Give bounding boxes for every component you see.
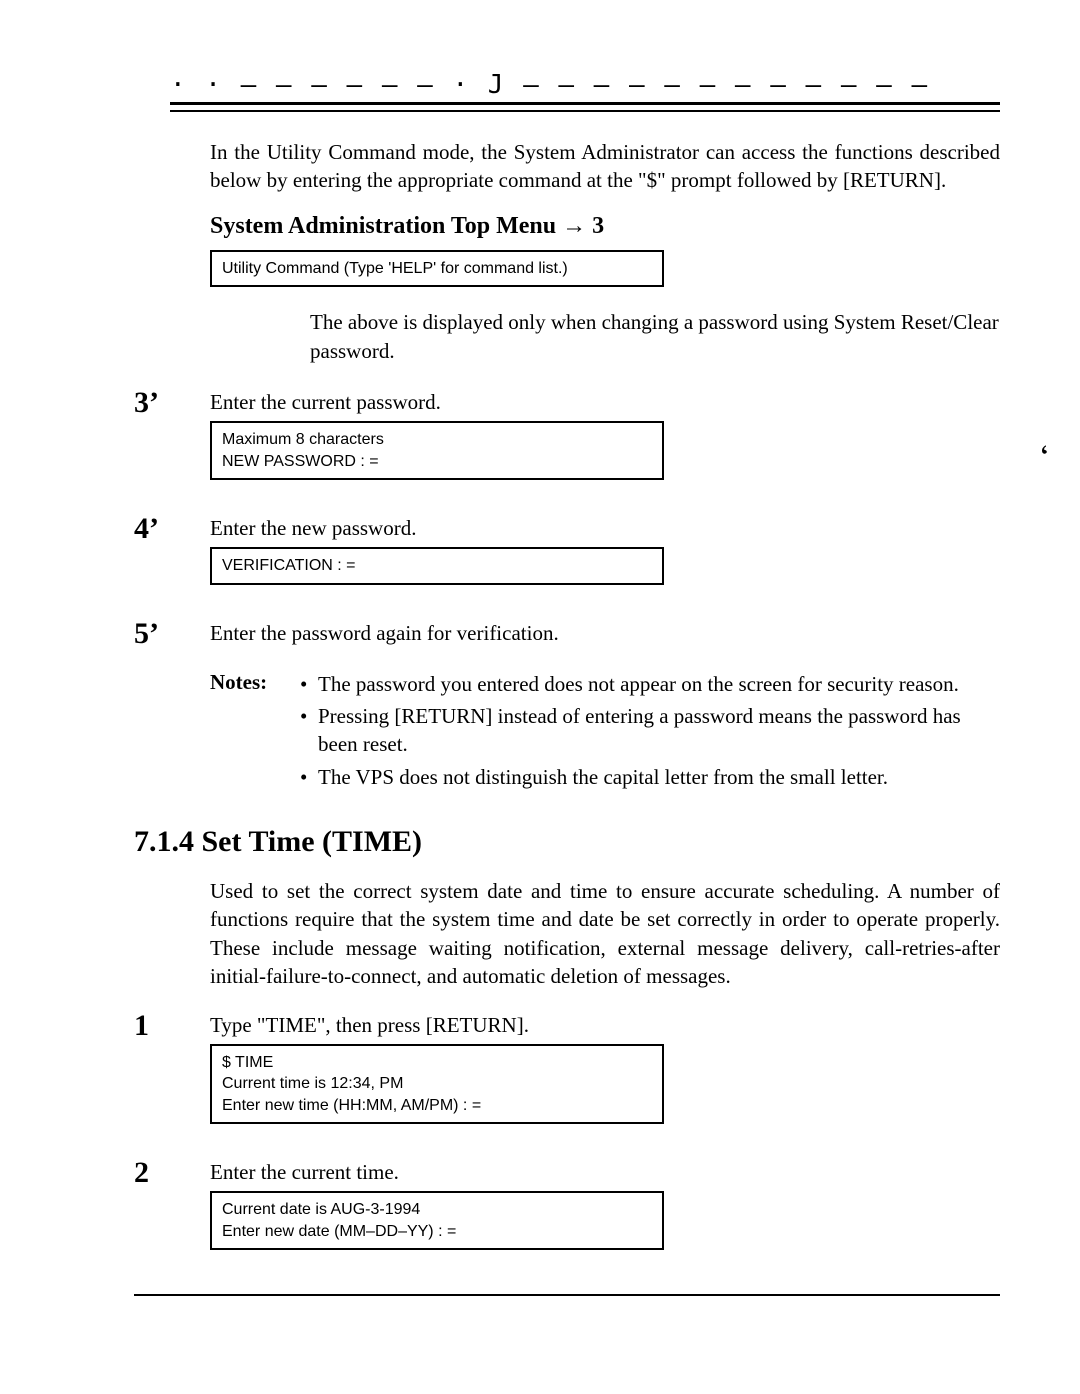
time-prompt-box: $ TIME Current time is 12:34, PM Enter n… bbox=[210, 1044, 664, 1125]
step-number: 4’ bbox=[110, 512, 210, 546]
step-text: Enter the new password. bbox=[210, 516, 1000, 541]
step-number: 1 bbox=[110, 1009, 210, 1043]
step-row: 3’ Enter the current password. Maximum 8… bbox=[110, 386, 1000, 494]
step-row: 1 Type "TIME", then press [RETURN]. $ TI… bbox=[110, 1009, 1000, 1139]
menu-heading: System Administration Top Menu → 3 bbox=[210, 213, 1000, 240]
step-row: 4’ Enter the new password. VERIFICATION … bbox=[110, 512, 1000, 599]
top-dash-fragment: · · — — — — — — · J — — — — — — — — — — … bbox=[170, 70, 929, 100]
manual-page: · · — — — — — — · J — — — — — — — — — — … bbox=[0, 0, 1080, 1356]
note-text: The password you entered does not appear… bbox=[318, 670, 959, 698]
intro-paragraph: In the Utility Command mode, the System … bbox=[210, 138, 1000, 195]
top-rule: · · — — — — — — · J — — — — — — — — — — … bbox=[170, 90, 1000, 120]
new-password-box: Maximum 8 characters NEW PASSWORD : = bbox=[210, 421, 664, 480]
step-number: 2 bbox=[110, 1156, 210, 1190]
stray-mark: ‘ bbox=[1038, 439, 1054, 470]
verification-box: VERIFICATION : = bbox=[210, 547, 664, 585]
note-item: •Pressing [RETURN] instead of entering a… bbox=[300, 702, 1000, 759]
step-text: Enter the current time. bbox=[210, 1160, 1000, 1185]
displayed-note: The above is displayed only when changin… bbox=[310, 308, 1000, 365]
notes-list: •The password you entered does not appea… bbox=[300, 670, 1000, 795]
utility-command-box: Utility Command (Type 'HELP' for command… bbox=[210, 250, 664, 288]
notes-block: Notes: •The password you entered does no… bbox=[110, 670, 1000, 795]
note-text: The VPS does not distinguish the capital… bbox=[318, 763, 888, 791]
section-title: 7.1.4 Set Time (TIME) bbox=[134, 825, 1000, 859]
notes-label: Notes: bbox=[210, 670, 300, 695]
note-text: Pressing [RETURN] instead of entering a … bbox=[318, 702, 1000, 759]
step-row: 2 Enter the current time. Current date i… bbox=[110, 1156, 1000, 1264]
note-item: •The password you entered does not appea… bbox=[300, 670, 1000, 698]
step-text: Enter the password again for verificatio… bbox=[210, 621, 1000, 646]
step-text: Type "TIME", then press [RETURN]. bbox=[210, 1013, 1000, 1038]
step-number: 5’ bbox=[110, 617, 210, 651]
bottom-rule bbox=[134, 1294, 1000, 1296]
date-prompt-box: Current date is AUG-3-1994 Enter new dat… bbox=[210, 1191, 664, 1250]
step-row: 5’ Enter the password again for verifica… bbox=[110, 617, 1000, 652]
step-text: Enter the current password. bbox=[210, 390, 1000, 415]
step-number: 3’ bbox=[110, 386, 210, 420]
time-intro-paragraph: Used to set the correct system date and … bbox=[210, 877, 1000, 990]
note-item: •The VPS does not distinguish the capita… bbox=[300, 763, 1000, 791]
